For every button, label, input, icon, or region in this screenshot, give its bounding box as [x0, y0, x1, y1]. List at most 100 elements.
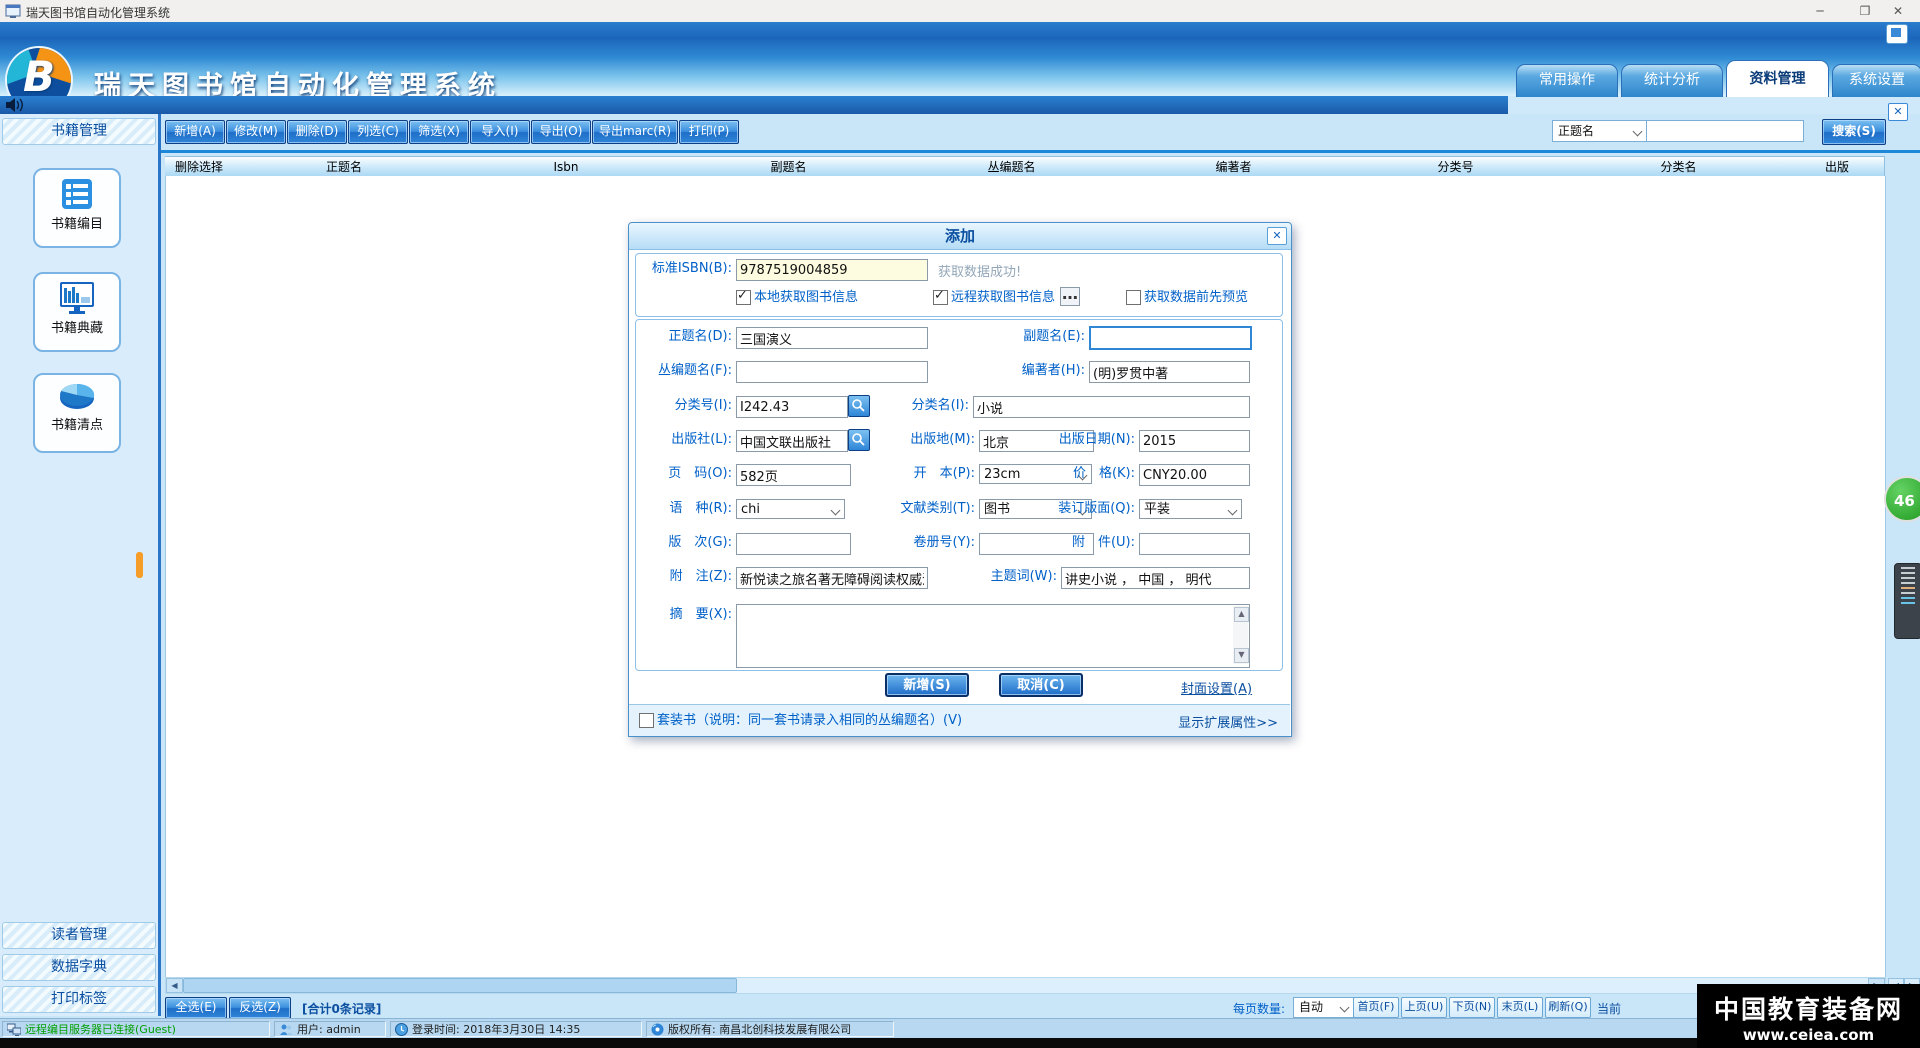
column-header-class-name[interactable]: 分类名 [1567, 156, 1791, 178]
sub-title-input[interactable] [1089, 326, 1252, 350]
tab-data-management[interactable]: 资料管理 [1726, 60, 1829, 97]
status-bar: 远程编目服务器已连接(Guest) 用户: admin 登录时间: 2018年3… [0, 1018, 1920, 1039]
search-button[interactable]: 搜索(S) [1822, 119, 1886, 145]
last-page-button[interactable]: 末页(L) [1497, 997, 1543, 1018]
select-all-button[interactable]: 全选(E) [165, 997, 227, 1019]
doc-type-label: 文献类别(T): [875, 498, 975, 520]
scroll-down-icon[interactable]: ▼ [1234, 648, 1249, 663]
toolbar-delete-button[interactable]: 删除(D) [287, 120, 347, 144]
note-input[interactable] [736, 567, 928, 589]
class-no-input[interactable] [736, 396, 848, 418]
binding-select[interactable]: 平装 [1139, 499, 1242, 519]
total-records-text: [合计0条记录] [302, 1000, 381, 1017]
price-input[interactable] [1139, 464, 1250, 486]
author-input[interactable] [1089, 361, 1250, 383]
close-button[interactable]: ✕ [1876, 0, 1920, 22]
toolbar-print-button[interactable]: 打印(P) [679, 120, 739, 144]
search-field-value: 正题名 [1558, 124, 1594, 138]
watermark-line1: 中国教育装备网 [1697, 990, 1920, 1026]
dialog-bottom-strip: 套装书（说明：同一套书请录入相同的丛编题名）(V) 显示扩展属性>> [629, 704, 1290, 736]
fields-group: 正题名(D): 副题名(E): 丛编题名(F): 编著者(H): 分类号(I):… [635, 319, 1283, 671]
edition-input[interactable] [736, 533, 851, 555]
floating-badge[interactable]: 46 [1884, 476, 1920, 522]
search-input[interactable] [1646, 120, 1804, 142]
watermark: 中国教育装备网 www.ceiea.com [1697, 984, 1920, 1048]
capture-icon[interactable] [1886, 24, 1908, 44]
sub-title-label: 副题名(E): [985, 326, 1085, 348]
show-extended-link[interactable]: 显示扩展属性>> [1178, 712, 1278, 731]
edition-label: 版 次(G): [636, 532, 732, 554]
class-name-input[interactable] [973, 396, 1250, 418]
search-field-select[interactable]: 正题名 [1552, 120, 1647, 142]
sidebar-item-book-cataloging[interactable]: 书籍编目 [33, 168, 121, 248]
series-title-input[interactable] [736, 361, 928, 383]
dialog-close-icon[interactable]: ✕ [1267, 227, 1287, 245]
status-user: 用户: admin [274, 1021, 386, 1037]
sidebar-item-reader-management[interactable]: 读者管理 [2, 922, 156, 949]
toolbar-import-button[interactable]: 导入(I) [470, 120, 530, 144]
server-connection-icon [7, 1023, 21, 1036]
sidebar-item-label: 书籍清点 [35, 414, 119, 433]
scrollbar-thumb[interactable] [183, 978, 737, 993]
column-header-delete-select[interactable]: 删除选择 [165, 156, 234, 178]
sidebar-item-book-inventory[interactable]: 书籍清点 [33, 373, 121, 453]
prev-page-button[interactable]: 上页(U) [1401, 997, 1447, 1018]
toolbar-modify-button[interactable]: 修改(M) [226, 120, 286, 144]
toolbar-export-button[interactable]: 导出(O) [531, 120, 591, 144]
tab-common-operations[interactable]: 常用操作 [1516, 64, 1618, 97]
tab-statistics[interactable]: 统计分析 [1621, 64, 1723, 97]
column-header-series-title[interactable]: 丛编题名 [900, 156, 1124, 178]
attachment-input[interactable] [1139, 533, 1250, 555]
toolbar-export-marc-button[interactable]: 导出marc(R) [592, 120, 678, 144]
dialog-add-button[interactable]: 新增(S) [885, 673, 969, 697]
toolbar-add-button[interactable]: 新增(A) [165, 120, 225, 144]
remote-fetch-checkbox[interactable] [933, 290, 948, 305]
column-header-subtitle[interactable]: 副题名 [677, 156, 901, 178]
invert-select-button[interactable]: 反选(Z) [229, 997, 291, 1019]
tab-system-settings[interactable]: 系统设置 [1832, 64, 1920, 97]
refresh-button[interactable]: 刷新(Q) [1545, 997, 1591, 1018]
main-title-input[interactable] [736, 327, 928, 349]
cover-settings-link[interactable]: 封面设置(A) [1181, 678, 1252, 697]
sidebar-item-book-collection[interactable]: 书籍典藏 [33, 272, 121, 352]
language-select[interactable]: chi [736, 499, 845, 519]
local-fetch-checkbox[interactable] [736, 290, 751, 305]
class-no-search-icon[interactable] [848, 395, 870, 417]
abstract-textarea[interactable]: ▲ ▼ [736, 604, 1250, 668]
sidebar-item-data-dictionary[interactable]: 数据字典 [2, 954, 156, 981]
speaker-icon[interactable] [5, 97, 23, 113]
next-page-button[interactable]: 下页(N) [1449, 997, 1495, 1018]
textarea-scrollbar[interactable]: ▲ ▼ [1233, 606, 1248, 664]
column-header-main-title[interactable]: 正题名 [233, 156, 456, 178]
column-header-isbn[interactable]: Isbn [455, 156, 678, 178]
status-copyright: 版权所有: 南昌北创科技发展有限公司 [646, 1021, 894, 1037]
scroll-left-arrow[interactable]: ◀ [166, 978, 183, 993]
status-login-time: 登录时间: 2018年3月30日 14:35 [390, 1021, 642, 1037]
price-label: 价 格(K): [1035, 463, 1135, 485]
scroll-up-icon[interactable]: ▲ [1234, 607, 1249, 622]
remote-source-more-button[interactable]: … [1060, 287, 1080, 306]
page-close-icon[interactable]: ✕ [1888, 103, 1908, 121]
isbn-input[interactable] [736, 259, 928, 281]
toolbar-filter-button[interactable]: 筛选(X) [409, 120, 469, 144]
minimize-button[interactable]: ─ [1798, 0, 1842, 22]
sidebar-item-print-labels[interactable]: 打印标签 [2, 986, 156, 1013]
sidebar-collapse-handle[interactable] [136, 552, 143, 578]
preview-checkbox[interactable] [1126, 290, 1141, 305]
column-header-author[interactable]: 编著者 [1123, 156, 1345, 178]
pub-date-input[interactable] [1139, 430, 1250, 452]
column-header-publisher[interactable]: 出版 [1790, 156, 1885, 178]
toolbar-column-select-button[interactable]: 列选(C) [348, 120, 408, 144]
floating-side-widget[interactable] [1894, 563, 1920, 639]
column-header-class-no[interactable]: 分类号 [1344, 156, 1568, 178]
set-book-checkbox[interactable] [639, 713, 654, 728]
pages-input[interactable] [736, 464, 851, 486]
publisher-input[interactable] [736, 430, 848, 452]
publisher-search-icon[interactable] [848, 429, 870, 451]
bottom-strip [0, 1038, 1920, 1048]
dialog-cancel-button[interactable]: 取消(C) [999, 673, 1083, 697]
subject-input[interactable] [1061, 567, 1250, 589]
first-page-button[interactable]: 首页(F) [1353, 997, 1399, 1018]
add-book-dialog: 添加 ✕ 标准ISBN(B): 获取数据成功! 本地获取图书信息 远程获取图书信… [628, 222, 1292, 737]
per-page-select[interactable]: 自动 [1293, 997, 1354, 1018]
